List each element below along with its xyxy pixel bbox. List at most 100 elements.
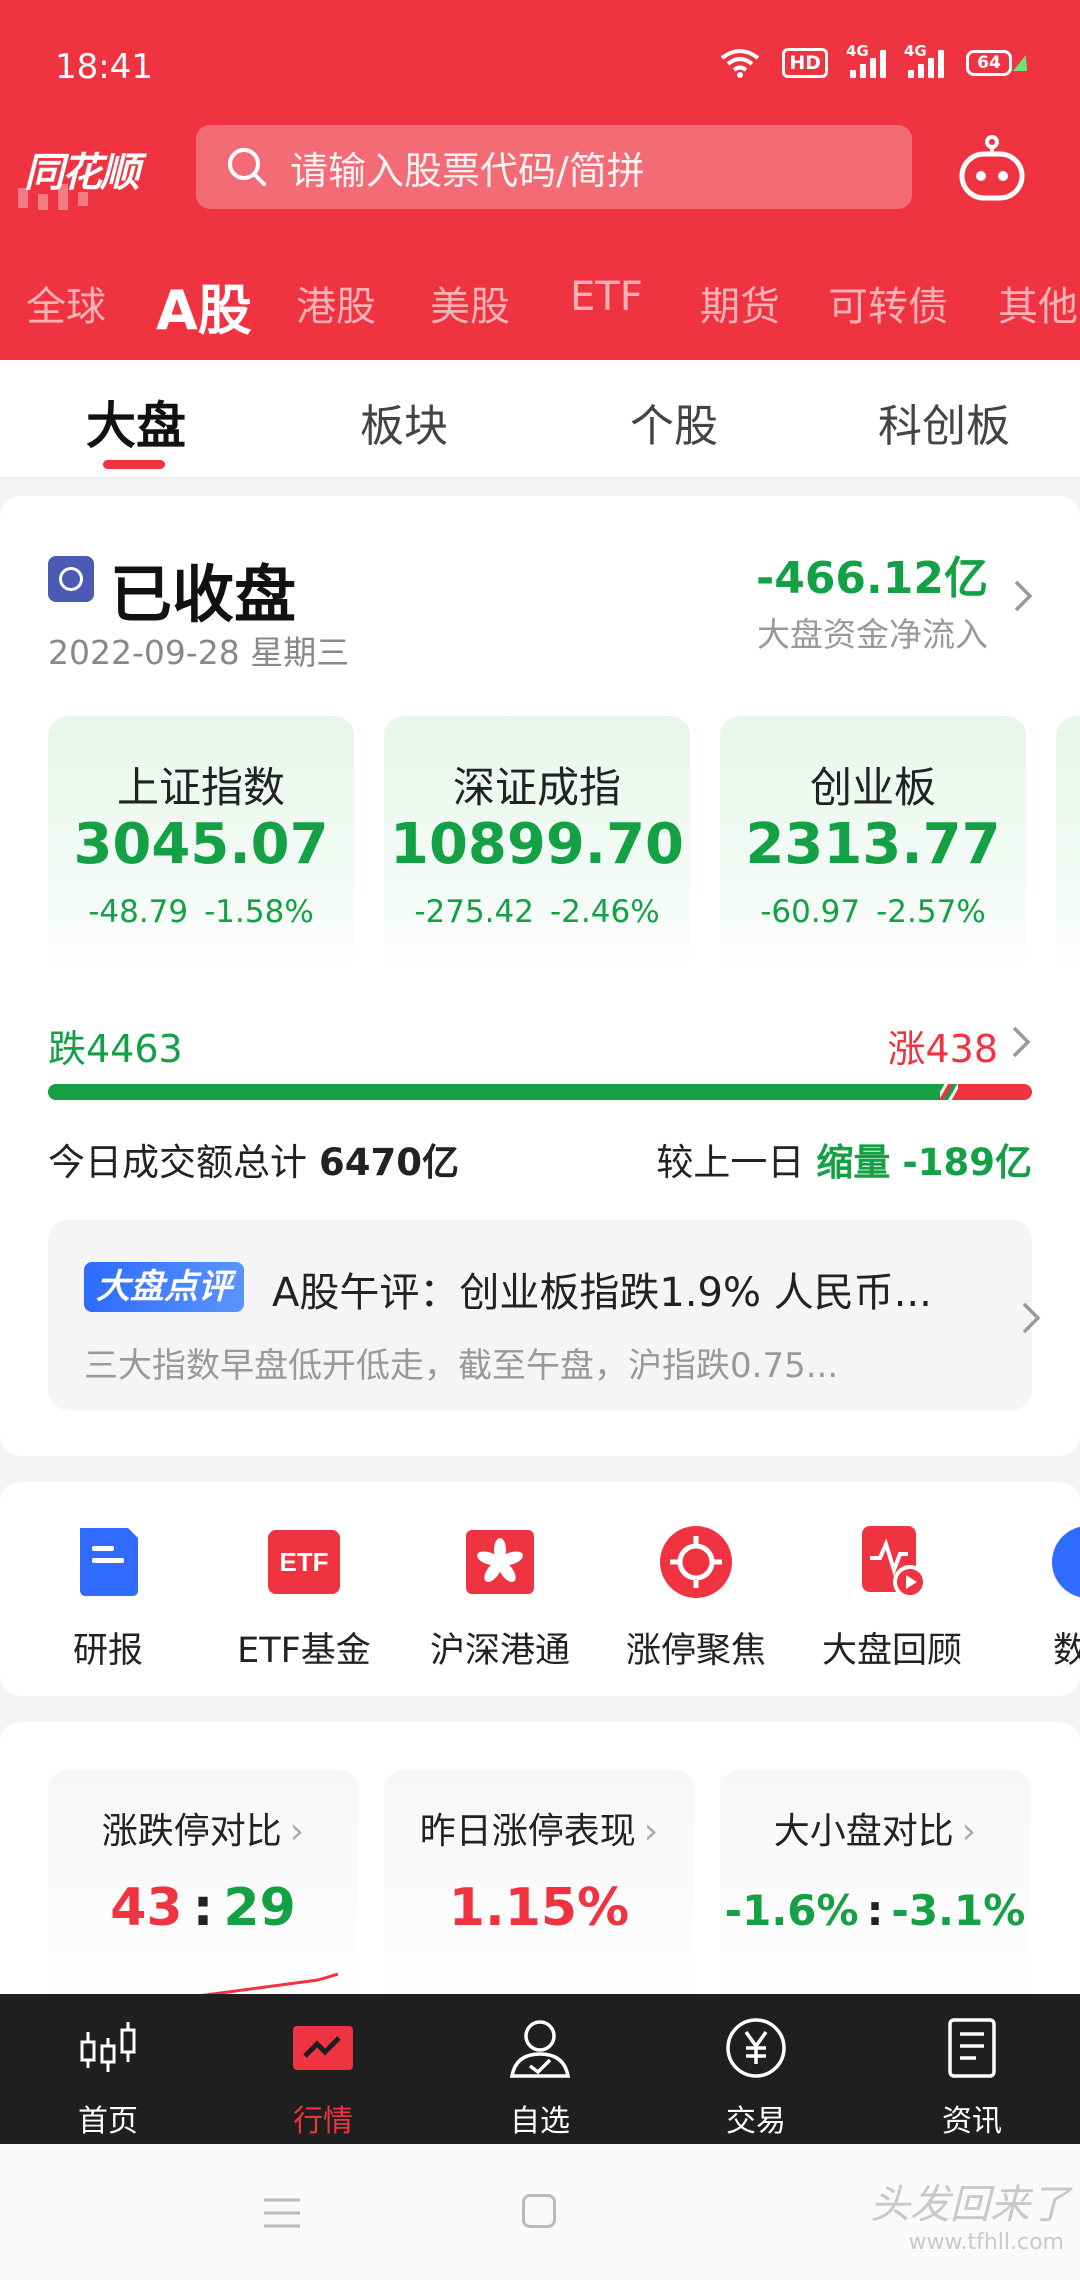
large-small-cap-compare-card[interactable]: 大小盘对比 › -1.6%: -3.1% — [720, 1770, 1030, 2022]
user-check-icon — [509, 2020, 571, 2078]
nav-home[interactable]: 首页 — [33, 2016, 183, 2140]
tab-individual-stocks[interactable]: 个股 — [630, 390, 718, 454]
index-change-points: -275.42 — [414, 894, 534, 930]
tab-futures[interactable]: 期货 — [700, 274, 780, 332]
search-bar[interactable]: 请输入股票代码/简拼 — [196, 125, 912, 209]
nav-market[interactable]: 行情 — [248, 2016, 398, 2140]
index-name: 深证成指 — [452, 763, 621, 812]
index-card-chinext[interactable]: 创业板 2313.77 -60.97 -2.57% — [720, 716, 1026, 976]
decline-ratio-fill — [48, 1084, 959, 1100]
battery-icon: 64 — [966, 50, 1033, 76]
review-video-icon — [862, 1526, 927, 1599]
net-capital-flow-label[interactable]: 大盘资金净流入 — [757, 608, 988, 656]
yen-icon — [726, 2018, 786, 2078]
candlestick-icon — [80, 2022, 136, 2072]
card-title-text: 涨跌停对比 — [101, 1811, 282, 1852]
app-logo[interactable]: 同花顺 — [24, 140, 140, 198]
compare-value: -189亿 — [902, 1141, 1032, 1184]
bottom-navigation: 首页 行情 自选 交易 资讯 — [0, 1994, 1080, 2144]
tab-star-market[interactable]: 科创板 — [878, 390, 1010, 454]
hd-voice-icon: HD — [782, 48, 828, 78]
shortcut-limit-up-focus[interactable]: 涨停聚焦 — [596, 1524, 796, 1673]
robot-assistant-icon[interactable] — [956, 134, 1028, 206]
tab-convertible-bond[interactable]: 可转债 — [828, 274, 948, 332]
index-change-points: -48.79 — [88, 894, 189, 930]
report-icon — [80, 1528, 138, 1596]
battery-level: 64 — [966, 50, 1012, 76]
large-cap-change: -1.6% — [724, 1886, 859, 1935]
nav-label: 资讯 — [942, 2104, 1002, 2139]
index-name: 创业板 — [809, 763, 936, 812]
nav-watchlist[interactable]: 自选 — [465, 2016, 615, 2140]
nav-trade[interactable]: 交易 — [681, 2016, 831, 2140]
ratio-separator: : — [192, 1878, 214, 1938]
market-commentary-card[interactable]: 大盘点评 A股午评：创业板指跌1.9% 人民币... 三大指数早盘低开低走，截至… — [48, 1220, 1041, 1410]
shortcut-label: 研报 — [72, 1631, 143, 1671]
index-card-partial[interactable] — [1056, 716, 1080, 976]
net-capital-flow-value[interactable]: -466.12亿 — [756, 542, 988, 606]
volume-shrink-tag: 缩量 — [816, 1141, 891, 1184]
tab-a-share[interactable]: A股 — [156, 266, 252, 345]
index-change-points: -60.97 — [760, 894, 861, 930]
nav-label: 交易 — [726, 2104, 786, 2139]
chevron-right-icon: › — [289, 1811, 305, 1852]
tab-etf[interactable]: ETF — [570, 274, 643, 320]
index-change-percent: -2.46% — [549, 894, 660, 930]
tab-hk-stock[interactable]: 港股 — [296, 274, 376, 332]
market-chart-icon — [293, 2026, 353, 2070]
index-card-shenzhen[interactable]: 深证成指 10899.70 -275.42 -2.46% — [384, 716, 690, 976]
shortcut-label: 数据 — [1052, 1631, 1080, 1671]
index-change-percent: -1.58% — [204, 894, 314, 930]
index-change: -48.79 -1.58% — [48, 894, 354, 930]
shortcut-research-report[interactable]: 研报 — [8, 1524, 208, 1673]
watermark-url: www.tfhll.com — [908, 2230, 1064, 2255]
compare-section: 涨跌停对比 › 43:29 昨日涨停表现 › 1.15% 大小盘对比 › -1.6%:… — [0, 1722, 1080, 2022]
chevron-right-icon[interactable] — [1010, 1024, 1032, 1060]
watermark: 头发回来了 — [870, 2182, 1070, 2228]
advancing-count[interactable]: 涨438 — [887, 1018, 998, 1073]
turnover-summary: 今日成交额总计 6470亿 — [48, 1132, 459, 1186]
index-card-shanghai[interactable]: 上证指数 3045.07 -48.79 -1.58% — [48, 716, 354, 976]
tab-sectors[interactable]: 板块 — [360, 390, 448, 454]
limit-up-down-compare-card[interactable]: 涨跌停对比 › 43:29 — [48, 1770, 358, 2022]
tab-us-stock[interactable]: 美股 — [430, 274, 510, 332]
chevron-right-icon[interactable] — [1012, 578, 1034, 614]
home-button[interactable] — [522, 2194, 556, 2228]
signal-type-2: 4G — [904, 42, 927, 60]
index-change-percent: -2.57% — [876, 894, 986, 930]
target-icon — [660, 1526, 732, 1598]
nav-label: 首页 — [78, 2104, 138, 2139]
sub-tabs: 大盘 板块 个股 科创板 — [0, 360, 1080, 478]
yesterday-limit-up-card[interactable]: 昨日涨停表现 › 1.15% — [384, 1770, 694, 2022]
system-navigation-bar: 头发回来了 www.tfhll.com — [0, 2144, 1080, 2280]
nav-label: 自选 — [510, 2104, 570, 2139]
commentary-summary: 三大指数早盘低开低走，截至午盘，沪指跌0.75... — [84, 1346, 839, 1386]
index-value: 10899.70 — [389, 812, 685, 877]
ratio-separator: : — [866, 1886, 884, 1935]
shortcut-data[interactable]: 数据 — [988, 1524, 1080, 1673]
card-title: 大小盘对比 › — [720, 1802, 1030, 1854]
market-overview-card: 已收盘 2022-09-28 星期三 -466.12亿 大盘资金净流入 上证指数… — [0, 496, 1080, 1456]
menu-icon[interactable] — [262, 2196, 302, 2230]
turnover-label: 今日成交额总计 — [48, 1141, 307, 1184]
tab-other[interactable]: 其他 — [998, 274, 1078, 332]
shortcut-row: 研报 ETF ETF基金 沪深港通 涨停聚焦 大盘回顾 数 — [0, 1482, 1080, 1696]
chevron-right-icon — [1022, 1302, 1041, 1334]
shortcut-etf-fund[interactable]: ETF ETF基金 — [204, 1524, 404, 1673]
limit-up-count: 43 — [110, 1878, 183, 1938]
nav-label: 行情 — [293, 2104, 353, 2139]
data-icon — [1052, 1526, 1080, 1598]
etf-icon: ETF — [268, 1530, 340, 1594]
app-header: 18:41 HD 4G 4G 64 同花顺 请输入股票代码/简拼 全球 A股 港… — [0, 0, 1080, 360]
shortcut-market-review[interactable]: 大盘回顾 — [792, 1524, 992, 1673]
shortcut-hk-connect[interactable]: 沪深港通 — [400, 1524, 600, 1673]
active-tab-indicator — [103, 460, 165, 469]
search-placeholder: 请输入股票代码/简拼 — [290, 148, 645, 193]
commentary-title: A股午评：创业板指跌1.9% 人民币... — [272, 1270, 932, 1316]
declining-count[interactable]: 跌4463 — [48, 1018, 183, 1073]
tab-market-overview[interactable]: 大盘 — [86, 386, 186, 458]
tab-global[interactable]: 全球 — [26, 274, 106, 332]
card-title-text: 大小盘对比 — [773, 1811, 954, 1852]
turnover-value: 6470亿 — [319, 1141, 459, 1184]
nav-news[interactable]: 资讯 — [897, 2016, 1047, 2140]
